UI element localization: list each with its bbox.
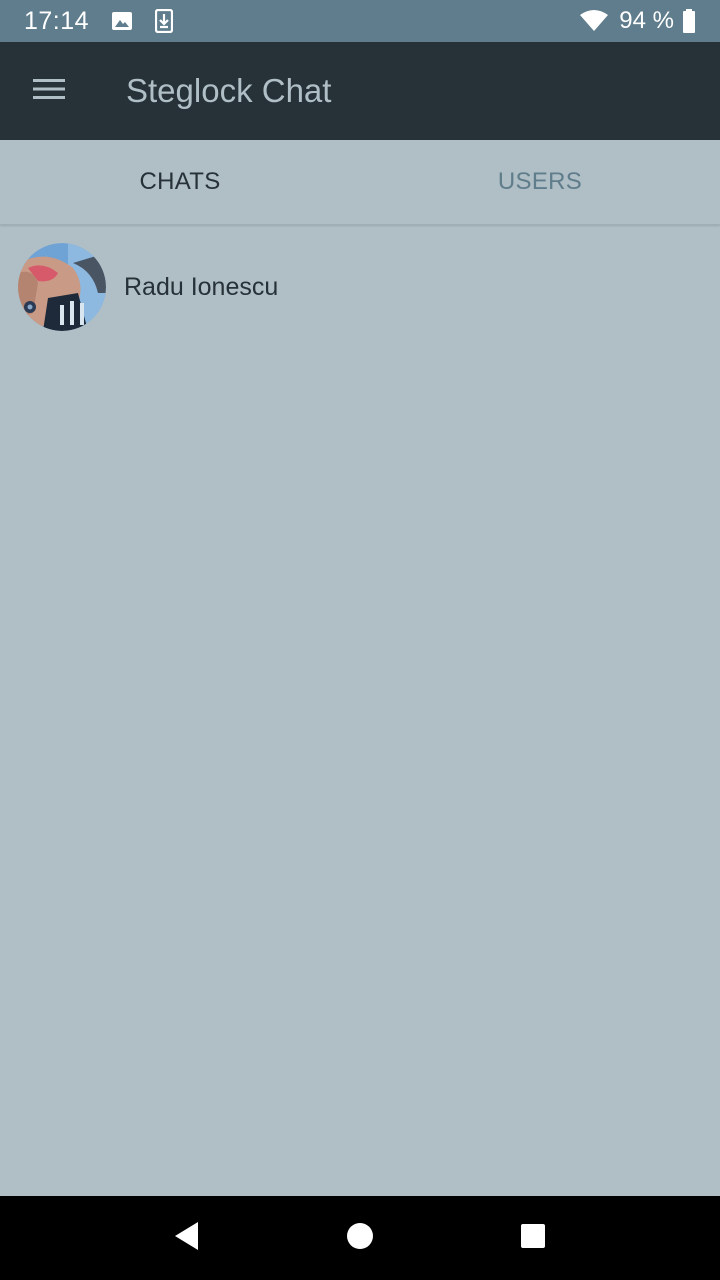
avatar <box>18 243 106 331</box>
chat-name: Radu Ionescu <box>124 272 279 301</box>
status-time: 17:14 <box>24 6 90 35</box>
chat-list: Radu Ionescu <box>0 226 720 348</box>
tab-bar: CHATS USERS <box>0 140 720 225</box>
status-bar: 17:14 94 % <box>0 0 720 42</box>
tab-chats[interactable]: CHATS <box>0 140 360 224</box>
status-left: 17:14 <box>24 6 174 36</box>
back-icon <box>174 1221 200 1256</box>
battery-percent: 94 % <box>619 7 674 34</box>
menu-icon <box>33 78 65 105</box>
download-icon <box>155 9 174 33</box>
recents-icon <box>520 1223 546 1254</box>
image-icon <box>111 11 133 31</box>
app-bar: Steglock Chat <box>0 42 720 140</box>
battery-icon <box>682 9 696 33</box>
back-button[interactable] <box>157 1208 217 1268</box>
wifi-icon <box>579 10 609 32</box>
recents-button[interactable] <box>503 1208 563 1268</box>
tab-users[interactable]: USERS <box>360 140 720 224</box>
menu-button[interactable] <box>0 42 98 140</box>
home-button[interactable] <box>330 1208 390 1268</box>
home-icon <box>346 1222 374 1255</box>
status-right: 94 % <box>579 7 696 35</box>
navigation-bar <box>0 1196 720 1280</box>
page-title: Steglock Chat <box>126 72 332 109</box>
chat-list-item[interactable]: Radu Ionescu <box>0 226 720 348</box>
